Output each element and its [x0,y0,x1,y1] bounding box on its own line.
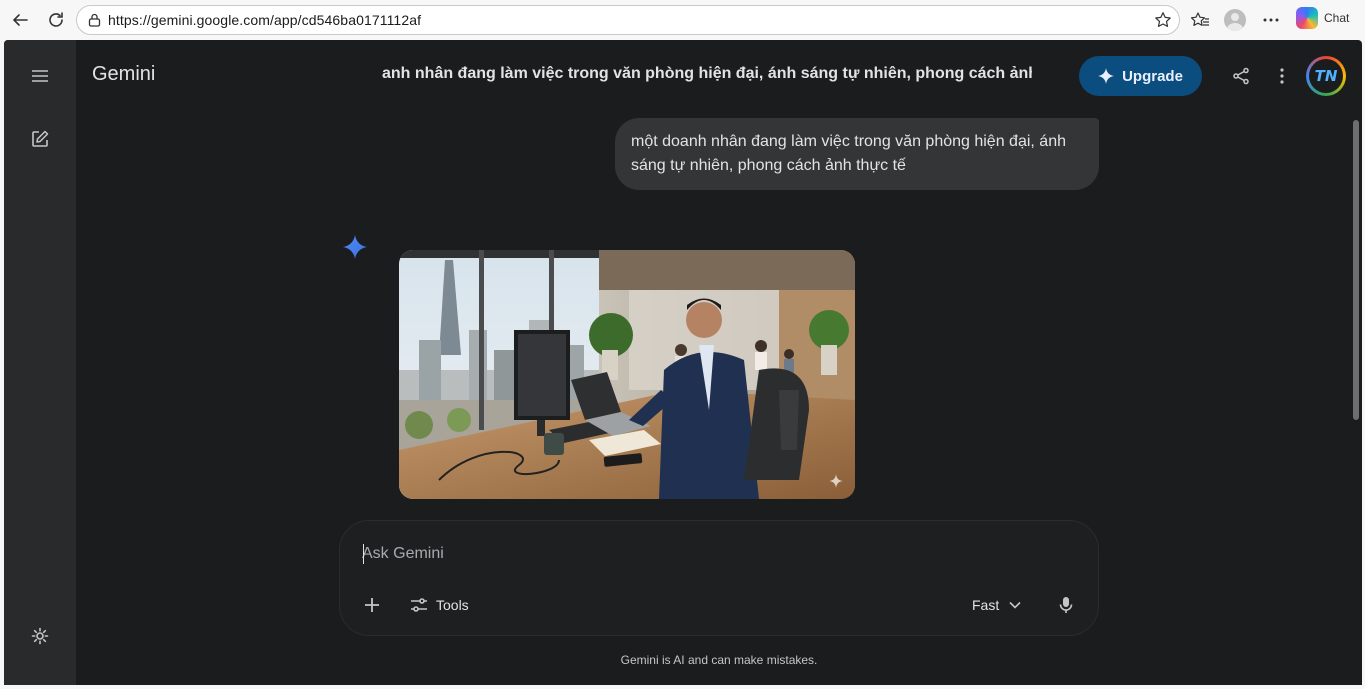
plus-icon [365,598,379,612]
model-selector[interactable]: Fast [964,589,1029,621]
address-bar[interactable]: https://gemini.google.com/app/cd546ba017… [76,5,1180,35]
generated-office-image[interactable] [399,250,855,499]
copilot-chat-button[interactable]: Chat [1296,7,1349,29]
sidebar [4,40,76,685]
gemini-spark-icon [342,234,368,260]
more-vert-icon[interactable] [1266,60,1298,92]
more-options-icon[interactable] [1256,5,1286,35]
copilot-label: Chat [1324,11,1350,25]
prompt-composer: Tools Fast [339,520,1099,636]
tools-button[interactable]: Tools [402,589,477,621]
sparkle-icon [1098,68,1115,84]
gemini-app: Gemini anh nhân đang làm việc trong văn … [4,40,1362,685]
favorites-icon[interactable] [1185,5,1215,35]
share-icon[interactable] [1225,60,1257,92]
prompt-input[interactable] [362,541,962,567]
tools-label: Tools [436,597,469,613]
text-caret [363,544,364,564]
avatar-initials: TN [1309,59,1343,93]
favorite-star-icon[interactable] [1153,10,1173,30]
add-file-button[interactable] [356,589,388,621]
gemini-logo-text[interactable]: Gemini [92,63,155,86]
chat-scrollbar[interactable] [1353,120,1359,420]
chat-title: anh nhân đang làm việc trong văn phòng h… [382,65,1032,82]
back-arrow-icon[interactable] [5,5,35,35]
account-avatar[interactable]: TN [1306,56,1346,96]
browser-toolbar: https://gemini.google.com/app/cd546ba017… [0,0,1365,40]
upgrade-label: Upgrade [1122,67,1183,85]
profile-icon[interactable] [1220,5,1250,35]
menu-icon[interactable] [20,56,60,96]
url-text: https://gemini.google.com/app/cd546ba017… [108,12,422,28]
chevron-down-icon [1009,601,1021,609]
lock-icon [86,12,102,28]
model-label: Fast [972,597,1000,613]
ai-disclaimer: Gemini is AI and can make mistakes. [620,653,818,667]
settings-gear-icon[interactable] [20,616,60,656]
microphone-icon[interactable] [1050,589,1082,621]
upgrade-button[interactable]: Upgrade [1079,56,1202,96]
user-message-bubble: một doanh nhân đang làm việc trong văn p… [615,118,1099,190]
tools-sliders-icon [411,598,427,612]
reload-icon[interactable] [41,5,71,35]
copilot-icon [1296,7,1318,29]
new-chat-icon[interactable] [20,119,60,159]
